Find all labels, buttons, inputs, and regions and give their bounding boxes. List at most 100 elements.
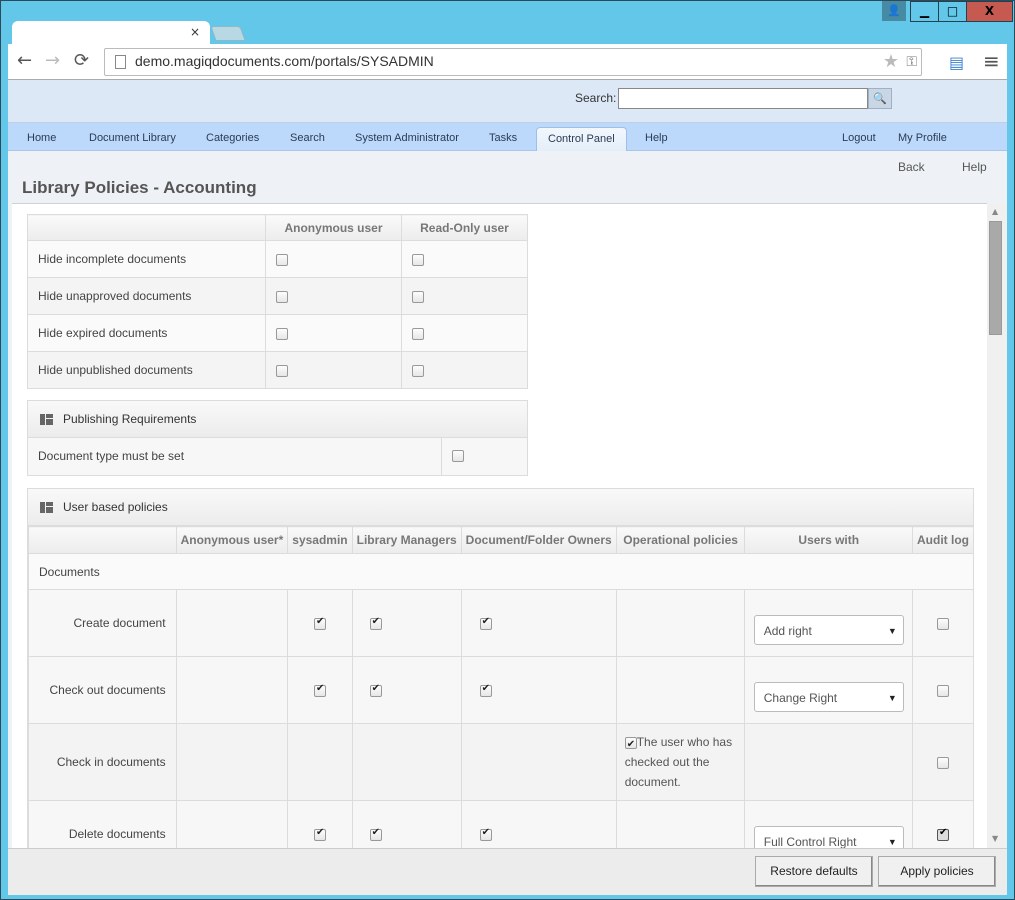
table-row: Create document Add right ▼ [28,589,974,657]
table-row: Delete documents Full Control Right ▼ [28,800,974,848]
delete-users-with-select[interactable]: Full Control Right ▼ [753,826,904,848]
user-policies-table: Anonymous user* sysadmin Library Manager… [28,526,974,848]
user-profile-icon[interactable]: 👤 [882,1,906,21]
row-label: Hide incomplete documents [27,240,266,278]
dropdown-arrow-icon: ▼ [887,693,897,703]
row-label: Check out documents [28,656,177,724]
table-row: Hide unapproved documents [27,277,528,315]
operational-policy-text: The user who has checked out the documen… [624,735,733,789]
forward-arrow-icon[interactable]: → [45,51,60,71]
user-based-policies-panel: User based policies Anonymous user* sysa… [27,488,974,848]
column-header-anonymous: Anonymous user* [175,526,289,554]
top-bar: Search: 🔍 [8,80,1007,123]
magnifier-icon: 🔍 [873,92,887,105]
hide-incomplete-readonly-checkbox[interactable] [412,253,424,266]
apply-policies-button[interactable]: Apply policies [878,856,996,887]
column-header-blank [28,526,177,554]
reload-icon[interactable]: ⟳ [74,51,89,71]
row-label: Check in documents [28,723,177,801]
delete-sysadmin-checkbox[interactable] [313,827,326,841]
nav-control-panel[interactable]: Control Panel [536,127,627,151]
column-header-blank [27,214,266,241]
create-users-with-select[interactable]: Add right ▼ [753,615,904,645]
bookmark-star-icon[interactable]: ★ [883,51,899,72]
address-bar[interactable]: demo.magiqdocuments.com/portals/SYSADMIN… [104,48,922,76]
create-sysadmin-checkbox[interactable] [313,616,326,630]
nav-document-library[interactable]: Document Library [89,132,176,144]
document-type-required-checkbox[interactable] [452,449,464,462]
back-arrow-icon[interactable]: ← [17,51,32,71]
browser-toolbar: ← → ⟳ demo.magiqdocuments.com/portals/SY… [8,44,1007,80]
nav-logout[interactable]: Logout [842,132,876,144]
hide-unapproved-anonymous-checkbox[interactable] [276,290,288,303]
create-library-managers-checkbox[interactable] [369,616,382,630]
delete-audit-checkbox[interactable] [937,827,949,841]
menu-icon[interactable]: ≡ [983,49,1000,73]
search-label: Search: [575,91,617,105]
hide-incomplete-anonymous-checkbox[interactable] [276,253,288,266]
table-row: Check in documents The user who has chec… [28,723,974,801]
close-tab-icon[interactable]: × [190,25,200,39]
checkout-sysadmin-checkbox[interactable] [313,683,326,697]
hide-unapproved-readonly-checkbox[interactable] [412,290,424,303]
checkout-owners-checkbox[interactable] [479,683,492,697]
main-nav: Home Document Library Categories Search … [8,123,1007,151]
nav-my-profile[interactable]: My Profile [898,132,947,144]
row-label: Hide unapproved documents [27,277,266,315]
panel-title: Publishing Requirements [63,412,197,426]
nav-help[interactable]: Help [645,132,668,144]
nav-tasks[interactable]: Tasks [489,132,517,144]
key-icon[interactable]: ⚿ [906,54,917,70]
delete-library-managers-checkbox[interactable] [369,827,382,841]
panel-header: User based policies [28,489,973,526]
row-label: Hide unpublished documents [27,351,266,389]
nav-categories[interactable]: Categories [206,132,259,144]
browser-tab[interactable]: × [12,21,210,45]
minimize-button[interactable]: ▁ [910,1,939,22]
checkout-users-with-select[interactable]: Change Right ▼ [753,682,904,712]
window-controls: ▁ □ X [910,1,1013,22]
checkin-operational-checkbox[interactable] [624,735,637,755]
panel-header: Publishing Requirements [28,401,527,438]
checkout-library-managers-checkbox[interactable] [369,683,382,697]
scroll-up-arrow-icon[interactable]: ▲ [992,207,998,216]
policies-content: Anonymous user Read-Only user Hide incom… [12,203,987,848]
hide-unpublished-readonly-checkbox[interactable] [412,364,424,377]
visibility-policies-table: Anonymous user Read-Only user Hide incom… [27,214,528,389]
checkout-audit-checkbox[interactable] [937,684,949,697]
back-link[interactable]: Back [898,160,925,174]
column-header-users-with: Users with [744,526,914,554]
scroll-thumb[interactable] [989,221,1002,335]
table-row: Hide unpublished documents [27,351,528,389]
hide-unpublished-anonymous-checkbox[interactable] [276,364,288,377]
search-button[interactable]: 🔍 [868,88,892,109]
extension-icon[interactable]: ▤ [949,53,964,72]
nav-system-administrator[interactable]: System Administrator [355,132,459,144]
help-link[interactable]: Help [962,160,987,174]
new-tab-button[interactable] [210,26,246,41]
publishing-requirements-panel: Publishing Requirements Document type mu… [27,400,528,476]
search-input[interactable] [618,88,868,109]
vertical-scrollbar[interactable]: ▲ ▼ [987,203,1007,848]
delete-owners-checkbox[interactable] [479,827,492,841]
column-header-operational: Operational policies [615,526,746,554]
restore-defaults-button[interactable]: Restore defaults [755,856,873,887]
close-window-button[interactable]: X [967,1,1013,22]
create-owners-checkbox[interactable] [479,616,492,630]
create-audit-checkbox[interactable] [937,617,949,630]
column-header-audit-log: Audit log [912,526,974,554]
hide-expired-readonly-checkbox[interactable] [412,327,424,340]
table-row: Check out documents Change Right ▼ [28,656,974,724]
checkin-audit-checkbox[interactable] [937,756,949,769]
row-label: Document type must be set [28,438,442,475]
maximize-button[interactable]: □ [939,1,967,22]
hide-expired-anonymous-checkbox[interactable] [276,327,288,340]
column-header-readonly: Read-Only user [401,214,528,241]
scroll-down-arrow-icon[interactable]: ▼ [992,834,998,843]
panel-layout-icon [40,414,53,425]
nav-home[interactable]: Home [27,132,56,144]
page-title: Library Policies - Accounting [22,178,257,197]
nav-search[interactable]: Search [290,132,325,144]
row-label: Create document [28,589,177,657]
url-text[interactable]: demo.magiqdocuments.com/portals/SYSADMIN [135,53,434,69]
